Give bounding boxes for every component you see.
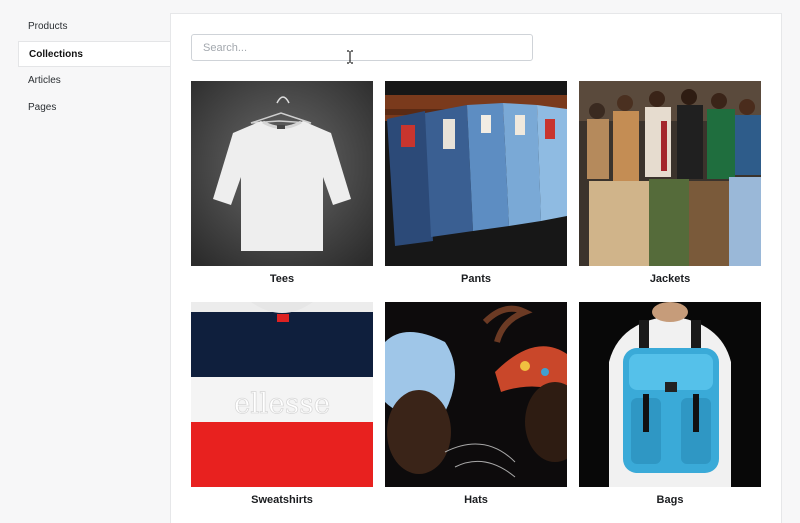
collections-panel: Tees Pants: [170, 13, 782, 523]
sidebar-item-pages[interactable]: Pages: [18, 95, 170, 121]
tees-image: [191, 81, 373, 266]
sidebar-item-label: Collections: [29, 49, 83, 60]
collection-label: Bags: [656, 494, 684, 506]
collection-label: Tees: [269, 273, 295, 285]
collection-label: Sweatshirts: [251, 494, 313, 506]
sidebar-item-products[interactable]: Products: [18, 14, 170, 40]
ellesse-logo: ellesse: [234, 387, 330, 420]
collection-label: Pants: [461, 273, 491, 285]
collection-card-tees[interactable]: Tees: [191, 81, 373, 285]
collection-label: Hats: [464, 494, 488, 506]
text-cursor-icon: [347, 50, 353, 64]
sidebar-item-label: Products: [28, 21, 68, 32]
collection-card-sweatshirts[interactable]: ellesse Sweatshirts: [191, 302, 373, 506]
sidebar-item-label: Pages: [28, 102, 57, 113]
sidebar-item-collections[interactable]: Collections: [18, 41, 170, 67]
sidebar-nav: Products Collections Articles Pages: [0, 0, 170, 510]
jackets-image: [579, 81, 761, 266]
collection-card-jackets[interactable]: Jackets: [579, 81, 761, 285]
search-input[interactable]: [191, 34, 533, 61]
sidebar-item-articles[interactable]: Articles: [18, 68, 170, 94]
collection-label: Jackets: [649, 273, 691, 285]
sidebar-item-label: Articles: [28, 75, 61, 86]
hats-image: [385, 302, 567, 487]
collection-card-pants[interactable]: Pants: [385, 81, 567, 285]
sweatshirts-image: ellesse: [191, 302, 373, 487]
collection-card-hats[interactable]: Hats: [385, 302, 567, 506]
pants-image: [385, 81, 567, 266]
bags-image: [579, 302, 761, 487]
collection-card-bags[interactable]: Bags: [579, 302, 761, 506]
